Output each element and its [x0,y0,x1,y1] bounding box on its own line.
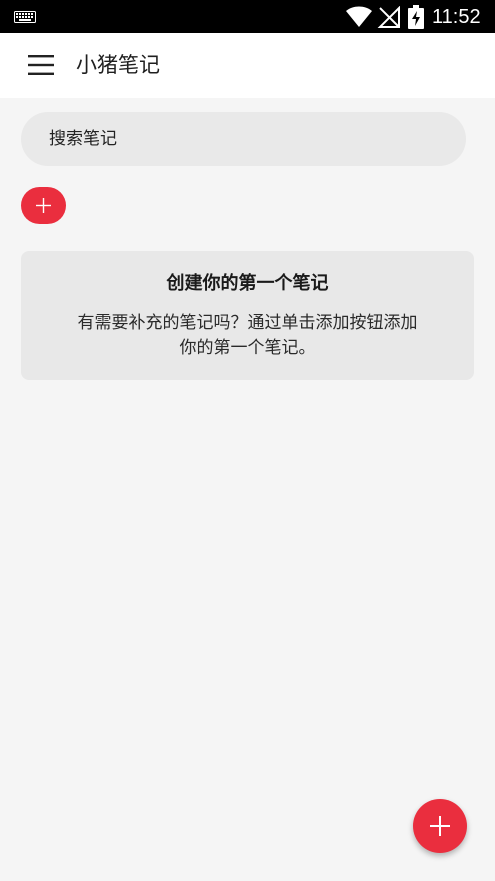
empty-state-message: 有需要补充的笔记吗？通过单击添加按钮添加你的第一个笔记。 [77,313,418,358]
plus-icon [430,816,450,836]
wifi-icon [346,6,372,27]
keyboard-icon [14,11,36,23]
app-title: 小猪笔记 [76,53,160,77]
empty-state-title: 创建你的第一个笔记 [166,273,329,294]
search-input[interactable]: 搜索笔记 [21,112,466,166]
battery-charging-icon [408,5,424,29]
no-signal-icon [377,6,400,28]
add-note-fab[interactable] [413,799,467,853]
status-time: 11:52 [432,6,481,28]
hamburger-menu-icon [28,55,54,75]
status-bar: 11:52 [0,0,495,33]
menu-button[interactable] [18,45,64,85]
app-bar: 小猪笔记 [0,33,495,98]
search-placeholder: 搜索笔记 [49,129,117,149]
add-note-button[interactable] [21,187,66,224]
empty-state-card: 创建你的第一个笔记 有需要补充的笔记吗？通过单击添加按钮添加你的第一个笔记。 [21,251,474,380]
plus-icon [36,198,51,213]
